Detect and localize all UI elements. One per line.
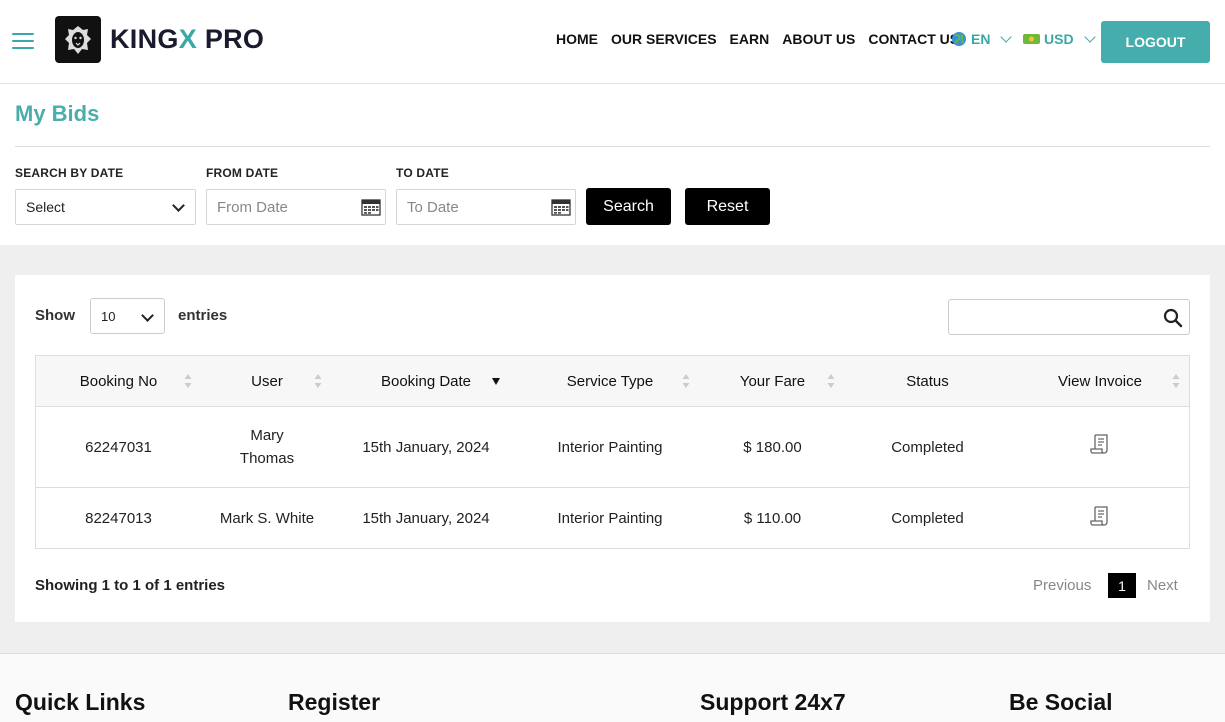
site-header: KINGX PRO HOME OUR SERVICES EARN ABOUT U… — [0, 0, 1225, 84]
col-status[interactable]: Status — [845, 355, 1010, 407]
pagination-previous[interactable]: Previous — [1033, 577, 1091, 594]
page-title: My Bids — [15, 101, 100, 126]
nav-our-services[interactable]: OUR SERVICES — [611, 31, 717, 47]
language-selector[interactable]: EN — [951, 31, 1013, 47]
table-row: 82247013 Mark S. White 15th January, 202… — [35, 487, 1190, 549]
footer-heading-be-social: Be Social — [1009, 689, 1113, 715]
cell-user: Mary Thomas — [202, 406, 332, 488]
pagination-next[interactable]: Next — [1147, 577, 1178, 594]
pagination-summary: Showing 1 to 1 of 1 entries — [35, 577, 226, 594]
sort-icon — [314, 374, 322, 388]
invoice-icon[interactable] — [1090, 433, 1110, 455]
col-service-type[interactable]: Service Type — [520, 355, 700, 407]
nav-home[interactable]: HOME — [556, 31, 598, 47]
sort-desc-icon — [492, 378, 500, 385]
reset-button[interactable]: Reset — [685, 188, 770, 225]
col-user[interactable]: User — [202, 355, 332, 407]
search-button[interactable]: Search — [586, 188, 671, 225]
show-label: Show — [35, 307, 75, 324]
cell-booking-no: 82247013 — [35, 487, 202, 549]
sort-icon — [184, 374, 192, 388]
pagination-page-1[interactable]: 1 — [1108, 573, 1136, 598]
from-date-placeholder: From Date — [217, 198, 288, 216]
cell-invoice — [1010, 406, 1190, 488]
col-booking-date[interactable]: Booking Date — [332, 355, 520, 407]
from-date-input[interactable]: From Date — [206, 189, 386, 225]
chevron-down-icon — [172, 199, 185, 212]
lion-logo-icon[interactable] — [55, 16, 101, 63]
table-search-input[interactable] — [948, 299, 1190, 335]
bids-table: Booking No User Booking Date Service Typ… — [35, 355, 1190, 549]
currency-selector[interactable]: USD — [1023, 31, 1096, 47]
col-your-fare[interactable]: Your Fare — [700, 355, 845, 407]
sort-icon — [827, 374, 835, 388]
sort-icon — [1172, 374, 1180, 388]
to-date-input[interactable]: To Date — [396, 189, 576, 225]
nav-contact-us[interactable]: CONTACT US — [868, 31, 959, 47]
currency-label: USD — [1044, 31, 1074, 47]
footer-heading-support: Support 24x7 — [700, 689, 846, 715]
page-size-select[interactable]: 10 — [90, 298, 165, 334]
main-nav: HOME OUR SERVICES EARN ABOUT US CONTACT … — [556, 31, 972, 47]
nav-earn[interactable]: EARN — [730, 31, 770, 47]
globe-icon — [952, 32, 966, 46]
divider — [15, 146, 1210, 147]
cell-status: Completed — [845, 406, 1010, 488]
search-by-date-select[interactable]: Select — [15, 189, 196, 225]
cell-booking-date: 15th January, 2024 — [332, 406, 520, 488]
entries-label: entries — [178, 307, 228, 324]
cell-invoice — [1010, 487, 1190, 549]
cell-service-type: Interior Painting — [520, 487, 700, 549]
chevron-down-icon — [1000, 31, 1013, 43]
cell-booking-date: 15th January, 2024 — [332, 487, 520, 549]
language-label: EN — [971, 31, 991, 47]
cell-user: Mark S. White — [202, 487, 332, 549]
to-date-placeholder: To Date — [407, 198, 459, 216]
logout-button[interactable]: LOGOUT — [1101, 21, 1210, 63]
search-by-date-label: SEARCH BY DATE — [15, 166, 124, 180]
footer-heading-register: Register — [288, 689, 381, 715]
table-header-row: Booking No User Booking Date Service Typ… — [35, 355, 1190, 407]
cell-service-type: Interior Painting — [520, 406, 700, 488]
page-size-value: 10 — [101, 308, 116, 324]
from-date-label: FROM DATE — [206, 166, 279, 180]
sort-icon — [682, 374, 690, 388]
money-icon — [1023, 34, 1040, 44]
table-row: 62247031 Mary Thomas 15th January, 2024 I… — [35, 406, 1190, 488]
calendar-icon[interactable] — [361, 198, 381, 216]
cell-fare: $ 110.00 — [700, 487, 845, 549]
col-booking-no[interactable]: Booking No — [35, 355, 202, 407]
cell-status: Completed — [845, 487, 1010, 549]
cell-booking-no: 62247031 — [35, 406, 202, 488]
calendar-icon[interactable] — [551, 198, 571, 216]
nav-about-us[interactable]: ABOUT US — [782, 31, 855, 47]
search-icon[interactable] — [1163, 308, 1183, 328]
chevron-down-icon — [1083, 31, 1096, 43]
brand-name[interactable]: KINGX PRO — [110, 24, 264, 55]
chevron-down-icon — [141, 309, 154, 322]
footer-heading-quick-links: Quick Links — [15, 689, 146, 715]
select-value: Select — [26, 199, 65, 215]
hamburger-menu-icon[interactable] — [12, 33, 34, 51]
invoice-icon[interactable] — [1090, 505, 1110, 527]
cell-fare: $ 180.00 — [700, 406, 845, 488]
to-date-label: TO DATE — [396, 166, 449, 180]
col-view-invoice[interactable]: View Invoice — [1010, 355, 1190, 407]
